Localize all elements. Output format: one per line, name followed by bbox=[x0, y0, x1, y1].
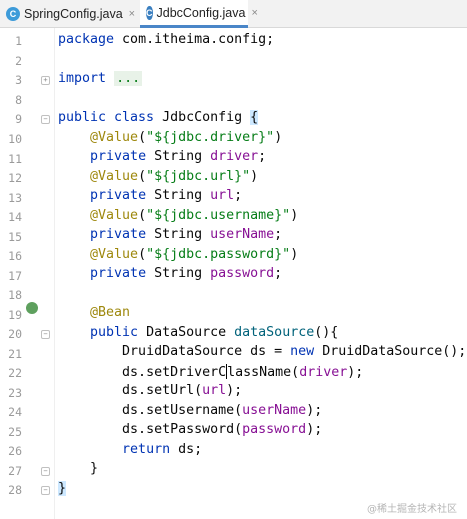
line-number: 3 bbox=[15, 73, 22, 87]
line-number: 27 bbox=[8, 464, 22, 478]
code-line-17[interactable]: private String password; bbox=[58, 266, 282, 285]
gutter-divider bbox=[54, 28, 55, 519]
close-tab-icon[interactable]: × bbox=[251, 7, 257, 19]
line-number: 2 bbox=[15, 54, 22, 68]
java-class-icon: C bbox=[6, 7, 20, 21]
line-number: 13 bbox=[8, 191, 22, 205]
tab-springconfig[interactable]: C SpringConfig.java × bbox=[0, 0, 140, 28]
code-line-13[interactable]: private String url; bbox=[58, 188, 242, 207]
line-number: 8 bbox=[15, 93, 22, 107]
line-number: 25 bbox=[8, 425, 22, 439]
code-line-3[interactable]: import ... bbox=[58, 71, 143, 90]
code-line-9[interactable]: public class JdbcConfig { bbox=[58, 110, 259, 129]
spring-bean-icon[interactable] bbox=[26, 302, 38, 314]
fold-toggle-icon[interactable]: − bbox=[41, 467, 50, 476]
code-line-28[interactable]: } bbox=[58, 481, 67, 500]
tab-label: SpringConfig.java bbox=[24, 7, 123, 21]
tab-label: JdbcConfig.java bbox=[156, 5, 246, 20]
code-line-27[interactable]: } bbox=[58, 461, 98, 480]
line-number: 24 bbox=[8, 405, 22, 419]
fold-toggle-icon[interactable]: − bbox=[41, 330, 50, 339]
line-number: 11 bbox=[8, 152, 22, 166]
fold-toggle-icon[interactable]: − bbox=[41, 115, 50, 124]
line-number: 15 bbox=[8, 230, 22, 244]
tab-jdbcconfig[interactable]: C JdbcConfig.java × bbox=[140, 0, 258, 28]
code-line-11[interactable]: private String driver; bbox=[58, 149, 266, 168]
line-number-gutter: 1 2 3 8 9 10 11 12 13 14 15 16 17 18 19 … bbox=[0, 28, 52, 519]
fold-toggle-icon[interactable]: − bbox=[41, 486, 50, 495]
code-line-15[interactable]: private String userName; bbox=[58, 227, 282, 246]
code-line-26[interactable]: return ds; bbox=[58, 442, 202, 461]
code-line-25[interactable]: ds.setPassword(password); bbox=[58, 422, 322, 441]
line-number: 19 bbox=[8, 308, 22, 322]
editor-tab-bar: C SpringConfig.java × C JdbcConfig.java … bbox=[0, 0, 467, 28]
line-number: 10 bbox=[8, 132, 22, 146]
code-line-12[interactable]: @Value("${jdbc.url}") bbox=[58, 169, 258, 188]
code-line-14[interactable]: @Value("${jdbc.username}") bbox=[58, 208, 298, 227]
code-line-20[interactable]: public DataSource dataSource(){ bbox=[58, 325, 338, 344]
line-number: 21 bbox=[8, 347, 22, 361]
java-class-icon: C bbox=[146, 5, 153, 20]
line-number: 9 bbox=[15, 112, 22, 126]
line-number: 18 bbox=[8, 288, 22, 302]
code-line-16[interactable]: @Value("${jdbc.password}") bbox=[58, 247, 298, 266]
code-line-21[interactable]: DruidDataSource ds = new DruidDataSource… bbox=[58, 344, 466, 363]
code-line-10[interactable]: @Value("${jdbc.driver}") bbox=[58, 130, 282, 149]
line-number: 14 bbox=[8, 210, 22, 224]
line-number: 20 bbox=[8, 327, 22, 341]
line-number: 23 bbox=[8, 386, 22, 400]
line-number: 16 bbox=[8, 249, 22, 263]
watermark: @稀土掘金技术社区 bbox=[367, 504, 457, 515]
line-number: 22 bbox=[8, 366, 22, 380]
line-number: 1 bbox=[15, 34, 22, 48]
line-number: 26 bbox=[8, 444, 22, 458]
code-line-24[interactable]: ds.setUsername(userName); bbox=[58, 403, 322, 422]
code-line-23[interactable]: ds.setUrl(url); bbox=[58, 383, 242, 402]
fold-toggle-icon[interactable]: + bbox=[41, 76, 50, 85]
code-line-19[interactable]: @Bean bbox=[58, 305, 130, 324]
line-number: 17 bbox=[8, 269, 22, 283]
close-tab-icon[interactable]: × bbox=[129, 8, 135, 20]
folded-imports[interactable]: ... bbox=[114, 71, 143, 86]
code-line-22[interactable]: ds.setDriverClassName(driver); bbox=[58, 364, 363, 383]
code-line-1[interactable]: package com.itheima.config; bbox=[58, 32, 274, 51]
line-number: 12 bbox=[8, 171, 22, 185]
line-number: 28 bbox=[8, 483, 22, 497]
